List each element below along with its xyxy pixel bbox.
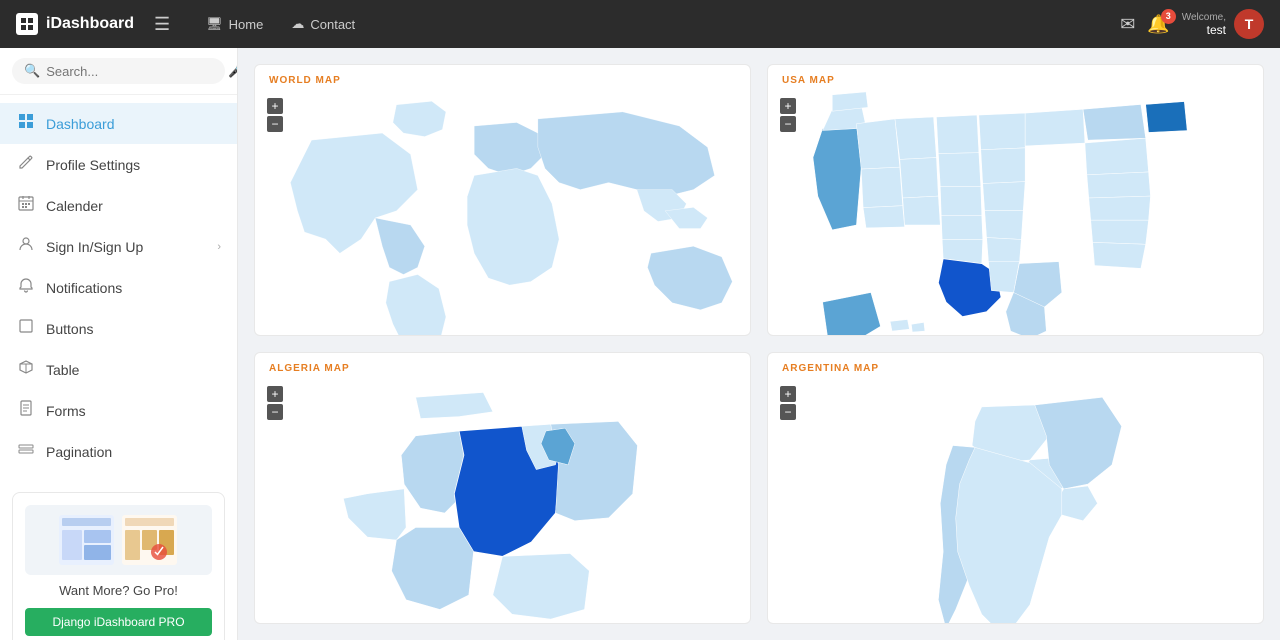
- user-info: Welcome, test T: [1182, 9, 1264, 39]
- sidebar-label-pagination: Pagination: [46, 444, 112, 460]
- topnav-right: ✉ 🔔 3 Welcome, test T: [1120, 9, 1264, 39]
- sidebar-item-pagination[interactable]: Pagination: [0, 431, 237, 472]
- world-zoom-out[interactable]: −: [267, 116, 283, 132]
- nav-contact-label: Contact: [310, 17, 355, 32]
- sidebar-label-profile: Profile Settings: [46, 157, 140, 173]
- sidebar-label-table: Table: [46, 362, 79, 378]
- promo-button[interactable]: Django iDashboard PRO: [25, 608, 212, 636]
- world-map-area: + −: [255, 90, 750, 336]
- calendar-icon: [16, 195, 36, 216]
- algeria-map-card: ALGERIA MAP + −: [254, 352, 751, 624]
- mic-icon[interactable]: 🎤: [228, 63, 238, 79]
- home-icon: 🖥: [206, 16, 223, 32]
- usa-map-card: USA MAP + −: [767, 64, 1264, 336]
- world-map-title: WORLD MAP: [255, 65, 750, 90]
- bell-icon[interactable]: 🔔 3: [1147, 14, 1169, 35]
- sidebar-item-dashboard[interactable]: Dashboard: [0, 103, 237, 144]
- sidebar: 🔍 🎤 Dashboard Profile Settings: [0, 48, 238, 640]
- sidebar-item-calendar[interactable]: Calender: [0, 185, 237, 226]
- promo-text: Want More? Go Pro!: [25, 583, 212, 598]
- welcome-text: Welcome,: [1182, 12, 1226, 23]
- sidebar-label-calendar: Calender: [46, 198, 103, 214]
- usa-map-title: USA MAP: [768, 65, 1263, 90]
- main-content: WORLD MAP + −: [238, 48, 1280, 640]
- world-map-card: WORLD MAP + −: [254, 64, 751, 336]
- pagination-icon: [16, 441, 36, 462]
- nav-contact-link[interactable]: ☁ Contact: [279, 10, 367, 38]
- user-icon: [16, 236, 36, 257]
- argentina-zoom-in[interactable]: +: [780, 386, 796, 402]
- nav-home-label: Home: [229, 17, 264, 32]
- sidebar-label-buttons: Buttons: [46, 321, 93, 337]
- world-map-controls: + −: [267, 98, 283, 132]
- app-body: 🔍 🎤 Dashboard Profile Settings: [0, 48, 1280, 640]
- sidebar-item-notifications[interactable]: Notifications: [0, 267, 237, 308]
- usa-zoom-in[interactable]: +: [780, 98, 796, 114]
- hamburger-icon[interactable]: ☰: [154, 14, 170, 35]
- argentina-map-title: ARGENTINA MAP: [768, 353, 1263, 378]
- argentina-map-area: + −: [768, 378, 1263, 624]
- top-navigation: iDashboard ☰ 🖥 Home ☁ Contact ✉ 🔔 3 Welc…: [0, 0, 1280, 48]
- argentina-map-card: ARGENTINA MAP + −: [767, 352, 1264, 624]
- layers-icon: [16, 113, 36, 134]
- usa-map-controls: + −: [780, 98, 796, 132]
- sidebar-label-forms: Forms: [46, 403, 86, 419]
- algeria-map-area: + −: [255, 378, 750, 624]
- algeria-map-svg: [255, 378, 750, 624]
- sidebar-label-signin: Sign In/Sign Up: [46, 239, 143, 255]
- user-avatar[interactable]: T: [1234, 9, 1264, 39]
- sidebar-promo: Want More? Go Pro! Django iDashboard PRO: [12, 492, 225, 640]
- notification-badge: 3: [1161, 9, 1176, 24]
- mail-icon[interactable]: ✉: [1120, 14, 1135, 35]
- usa-map-area: + −: [768, 90, 1263, 336]
- world-zoom-in[interactable]: +: [267, 98, 283, 114]
- sidebar-item-profile[interactable]: Profile Settings: [0, 144, 237, 185]
- doc-icon: [16, 400, 36, 421]
- sidebar-item-forms[interactable]: Forms: [0, 390, 237, 431]
- sidebar-item-table[interactable]: Table: [0, 349, 237, 390]
- cube-icon: [16, 359, 36, 380]
- sidebar-item-signin[interactable]: Sign In/Sign Up ›: [0, 226, 237, 267]
- sidebar-nav: Dashboard Profile Settings Calender Sign…: [0, 95, 237, 480]
- algeria-zoom-in[interactable]: +: [267, 386, 283, 402]
- usa-map-svg: [768, 90, 1263, 336]
- world-map-svg: [255, 90, 750, 336]
- sidebar-label-dashboard: Dashboard: [46, 116, 115, 132]
- sidebar-item-buttons[interactable]: Buttons: [0, 308, 237, 349]
- sidebar-label-notifications: Notifications: [46, 280, 122, 296]
- search-icon: 🔍: [24, 63, 40, 79]
- nav-home-link[interactable]: 🖥 Home: [194, 10, 275, 38]
- cloud-icon: ☁: [291, 16, 304, 32]
- edit-icon: [16, 154, 36, 175]
- argentina-map-svg: [768, 378, 1263, 624]
- algeria-zoom-out[interactable]: −: [267, 404, 283, 420]
- algeria-map-title: ALGERIA MAP: [255, 353, 750, 378]
- brand-logo[interactable]: iDashboard: [16, 13, 134, 35]
- argentina-zoom-out[interactable]: −: [780, 404, 796, 420]
- brand-name: iDashboard: [46, 15, 134, 33]
- algeria-map-controls: + −: [267, 386, 283, 420]
- usa-zoom-out[interactable]: −: [780, 116, 796, 132]
- box-icon: [16, 318, 36, 339]
- logo-icon: [16, 13, 38, 35]
- chevron-right-icon: ›: [217, 241, 221, 253]
- bell-nav-icon: [16, 277, 36, 298]
- username: test: [1182, 23, 1226, 37]
- argentina-map-controls: + −: [780, 386, 796, 420]
- search-bar: 🔍 🎤: [0, 48, 237, 95]
- promo-thumbnail: [25, 505, 212, 575]
- topnav-links: 🖥 Home ☁ Contact: [194, 10, 367, 38]
- search-input[interactable]: [46, 64, 222, 79]
